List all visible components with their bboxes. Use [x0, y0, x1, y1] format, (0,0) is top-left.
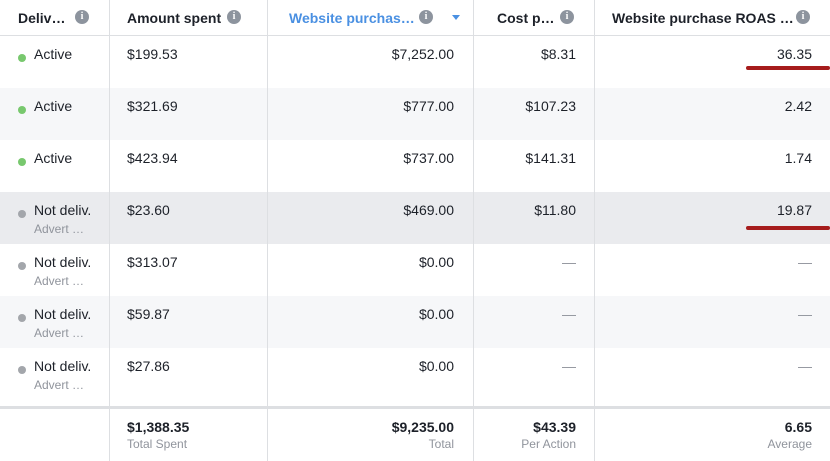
info-icon[interactable]: i: [560, 10, 574, 24]
roas-value: 19.87: [776, 202, 812, 218]
column-label-amount-spent: Amount spent: [127, 9, 222, 26]
column-header-cost-per[interactable]: Cost p… i: [473, 0, 594, 35]
status-active-dot-icon: [18, 106, 26, 114]
status-active-dot-icon: [18, 158, 26, 166]
roas-value: 1.74: [784, 150, 812, 166]
column-header-delivery[interactable]: Deliv… i: [0, 0, 109, 35]
amount-spent-value: $59.87: [127, 306, 170, 322]
info-icon[interactable]: i: [227, 10, 241, 24]
status-label: Active: [34, 98, 73, 114]
status-label: Not deliv.: [34, 306, 92, 322]
amount-spent-value: $23.60: [127, 202, 170, 218]
info-icon[interactable]: i: [75, 10, 89, 24]
status-label: Not deliv.: [34, 202, 92, 218]
amount-spent-value: $321.69: [127, 98, 178, 114]
total-purchases-label: Total: [428, 437, 454, 451]
table-row[interactable]: Active $199.53 $7,252.00 $8.31 36.35: [0, 36, 830, 88]
website-purchases-value: $0.00: [418, 358, 454, 374]
status-detail: Advert …: [34, 222, 85, 236]
column-divider[interactable]: [473, 0, 474, 461]
cost-per-value: $141.31: [525, 150, 576, 166]
highlight-underline: [746, 66, 830, 70]
column-divider[interactable]: [267, 0, 268, 461]
status-label: Not deliv.: [34, 358, 92, 374]
amount-spent-value: $313.07: [127, 254, 178, 270]
column-divider[interactable]: [594, 0, 595, 461]
roas-average-label: Average: [767, 437, 812, 451]
roas-value: —: [798, 358, 812, 374]
ads-table: Deliv… i Amount spent i Website purchas……: [0, 0, 830, 461]
summary-row: $1,388.35 Total Spent $9,235.00 Total $4…: [0, 406, 830, 461]
cost-per-value: $8.31: [540, 46, 576, 62]
table-header: Deliv… i Amount spent i Website purchas……: [0, 0, 830, 36]
roas-value: 36.35: [776, 46, 812, 62]
amount-spent-value: $27.86: [127, 358, 170, 374]
table-row[interactable]: Not deliv. Advert … $23.60 $469.00 $11.8…: [0, 192, 830, 244]
status-label: Not deliv.: [34, 254, 92, 270]
website-purchases-value: $469.00: [403, 202, 454, 218]
column-label-cost-per: Cost p…: [497, 9, 555, 26]
roas-average-value: 6.65: [784, 419, 812, 435]
status-inactive-dot-icon: [18, 314, 26, 322]
highlight-underline: [746, 226, 830, 230]
roas-value: 2.42: [784, 98, 812, 114]
total-purchases-value: $9,235.00: [391, 419, 454, 435]
column-label-delivery: Deliv…: [18, 9, 66, 26]
table-row[interactable]: Active $423.94 $737.00 $141.31 1.74: [0, 140, 830, 192]
sort-descending-icon[interactable]: [452, 15, 460, 20]
column-header-amount-spent[interactable]: Amount spent i: [109, 0, 267, 35]
website-purchases-value: $737.00: [403, 150, 454, 166]
website-purchases-value: $0.00: [418, 306, 454, 322]
info-icon[interactable]: i: [419, 10, 433, 24]
cost-per-value: $11.80: [534, 202, 576, 218]
cost-per-action-value: $43.39: [533, 419, 576, 435]
table-row[interactable]: Not deliv. Advert … $27.86 $0.00 — —: [0, 348, 830, 400]
table-row[interactable]: Not deliv. Advert … $59.87 $0.00 — —: [0, 296, 830, 348]
status-detail: Advert …: [34, 378, 85, 392]
status-label: Active: [34, 46, 73, 62]
info-icon[interactable]: i: [796, 10, 810, 24]
cost-per-value: —: [562, 306, 576, 322]
status-active-dot-icon: [18, 54, 26, 62]
column-label-roas: Website purchase ROAS …: [612, 9, 794, 26]
cost-per-action-label: Per Action: [521, 437, 576, 451]
column-label-website-purchases: Website purchas…: [289, 9, 415, 26]
status-inactive-dot-icon: [18, 210, 26, 218]
amount-spent-value: $199.53: [127, 46, 178, 62]
table-row[interactable]: Not deliv. Advert … $313.07 $0.00 — —: [0, 244, 830, 296]
column-header-roas[interactable]: Website purchase ROAS … i: [594, 0, 830, 35]
cost-per-value: —: [562, 254, 576, 270]
total-spent-value: $1,388.35: [127, 419, 190, 435]
roas-value: —: [798, 306, 812, 322]
column-header-website-purchases[interactable]: Website purchas… i: [267, 0, 473, 35]
table-row[interactable]: Active $321.69 $777.00 $107.23 2.42: [0, 88, 830, 140]
status-inactive-dot-icon: [18, 262, 26, 270]
column-divider[interactable]: [109, 0, 110, 461]
cost-per-value: $107.23: [525, 98, 576, 114]
website-purchases-value: $7,252.00: [391, 46, 454, 62]
roas-value: —: [798, 254, 812, 270]
status-label: Active: [34, 150, 73, 166]
website-purchases-value: $777.00: [403, 98, 454, 114]
status-detail: Advert …: [34, 326, 85, 340]
status-inactive-dot-icon: [18, 366, 26, 374]
status-detail: Advert …: [34, 274, 85, 288]
total-spent-label: Total Spent: [127, 437, 188, 451]
cost-per-value: —: [562, 358, 576, 374]
website-purchases-value: $0.00: [418, 254, 454, 270]
amount-spent-value: $423.94: [127, 150, 178, 166]
